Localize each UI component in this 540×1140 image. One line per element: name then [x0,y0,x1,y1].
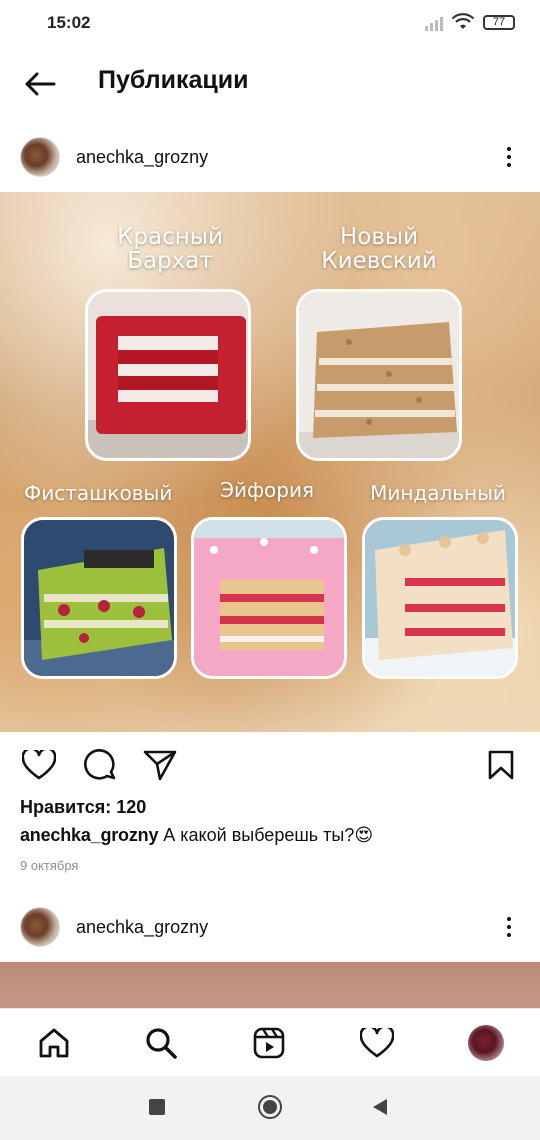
save-button[interactable] [484,746,518,784]
page-title: Публикации [98,66,249,94]
signal-icon [425,17,443,31]
likes-count[interactable]: Нравится: 120 [20,797,146,818]
post-image[interactable]: Красный Бархат Новый Киевский Фисташковы… [0,192,540,732]
post-username[interactable]: anechka_grozny [76,917,208,938]
bookmark-icon [488,750,514,780]
cake-euphoria [191,517,347,679]
comment-button[interactable] [81,746,119,784]
system-navigation-bar [0,1076,540,1140]
send-icon [143,750,177,781]
home-icon [39,1028,69,1058]
heart-icon [360,1028,394,1058]
back-button[interactable] [20,66,60,102]
cake-red-velvet [85,289,251,461]
battery-indicator: 77 [483,15,515,30]
status-time: 15:02 [47,13,91,32]
label-kievsky: Новый Киевский [321,224,437,274]
nav-search[interactable] [143,1025,179,1061]
label-red-velvet: Красный Бархат [117,224,223,274]
caption-text: А какой выберешь ты?😍 [158,825,374,845]
back-triangle-icon[interactable] [372,1098,388,1116]
post-image[interactable] [0,962,540,1012]
nav-home[interactable] [36,1025,72,1061]
status-bar: 15:02 77 [0,0,540,48]
like-button[interactable] [20,746,58,784]
label-almond: Миндальный [370,481,506,505]
profile-avatar[interactable] [468,1025,504,1061]
caption-username[interactable]: anechka_grozny [20,825,158,845]
heart-icon [22,750,56,780]
post-caption: anechka_grozny А какой выберешь ты?😍 [20,825,373,846]
arrow-left-icon [25,72,56,96]
comment-icon [84,749,116,780]
wifi-icon [451,13,475,29]
bottom-navigation [0,1008,540,1076]
home-circle-icon[interactable] [258,1095,282,1119]
nav-reels[interactable] [251,1025,287,1061]
search-icon [146,1028,177,1059]
nav-activity[interactable] [359,1025,395,1061]
reels-icon [253,1027,285,1059]
cake-almond [362,517,518,679]
cake-pistachio [21,517,177,679]
post-username[interactable]: anechka_grozny [76,147,208,168]
more-options-button[interactable] [499,913,519,941]
recents-square-icon[interactable] [149,1099,165,1115]
avatar[interactable] [20,907,60,947]
cake-kievsky [296,289,462,461]
label-euphoria: Эйфория [219,478,315,502]
more-options-button[interactable] [499,143,519,171]
label-pistachio: Фисташковый [24,481,173,505]
share-button[interactable] [141,746,179,784]
avatar[interactable] [20,137,60,177]
post-date: 9 октября [20,858,79,873]
